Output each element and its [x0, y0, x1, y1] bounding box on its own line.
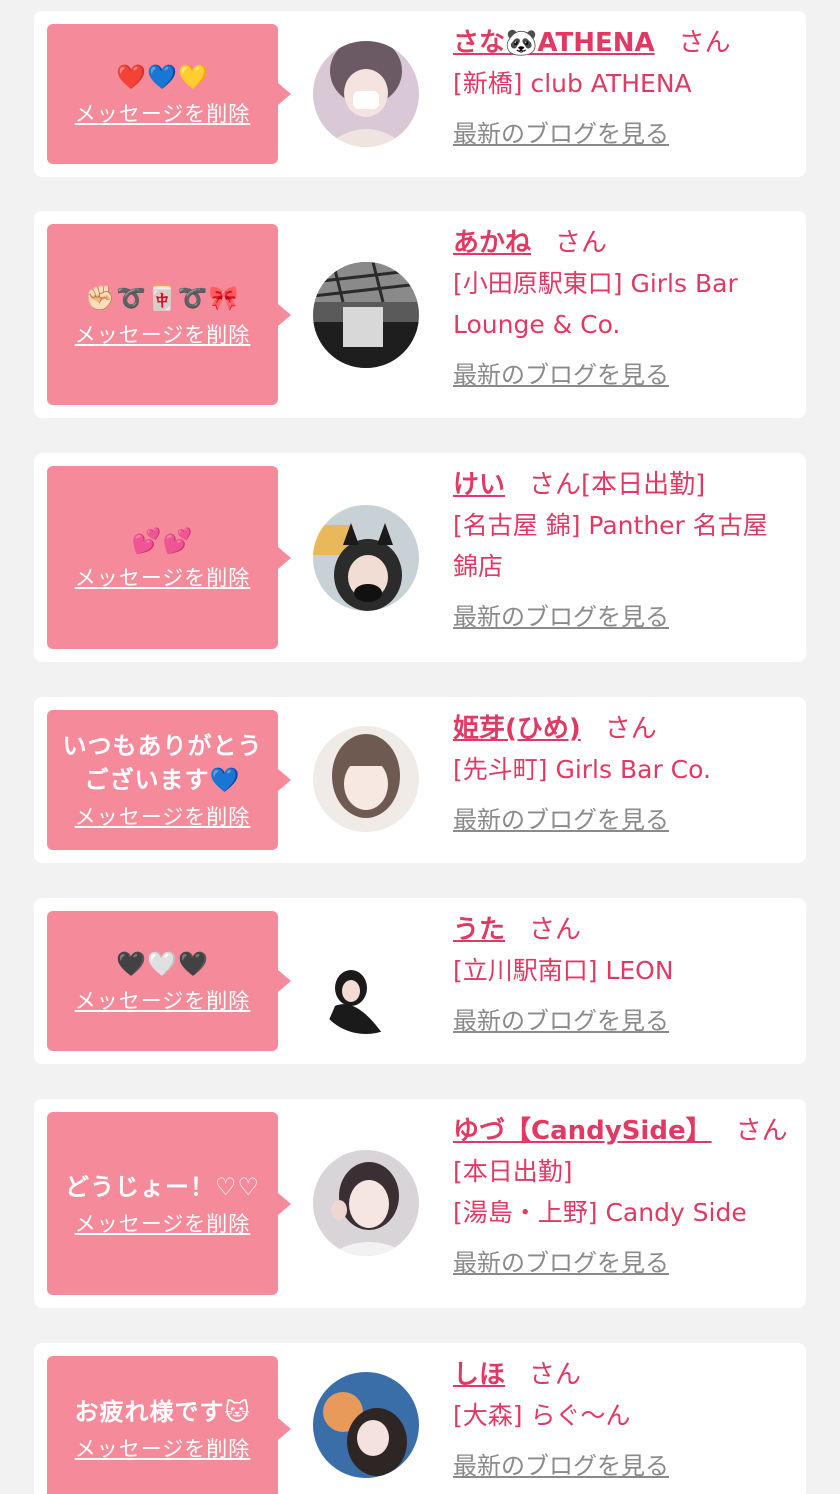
- list-item: ✊🏻➰🀄➰🎀 メッセージを削除 あかね さん [小田原駅東口] Girls Bar…: [34, 211, 806, 418]
- message-bubble: ❤️💙💛 メッセージを削除: [47, 24, 291, 164]
- latest-blog-link[interactable]: 最新のブログを見る: [453, 114, 669, 149]
- message-bubble: いつもありがとう ございます💙 メッセージを削除: [47, 710, 291, 850]
- shop-line: [小田原駅東口] Girls Bar: [453, 269, 738, 298]
- shop-line: 錦店: [453, 552, 504, 581]
- delete-message-link[interactable]: メッセージを削除: [75, 319, 251, 349]
- message-text: 🖤🤍🖤: [116, 950, 209, 978]
- shop-name: [大森] らぐ〜ん: [453, 1395, 790, 1436]
- item-info: さな🐼ATHENA さん [新橋] club ATHENA 最新のブログを見る: [453, 25, 790, 149]
- message-list: ❤️💙💛 メッセージを削除 さな🐼ATHENA さん [新橋] club ATHE…: [0, 0, 840, 1494]
- message-bubble: ✊🏻➰🀄➰🎀 メッセージを削除: [47, 224, 291, 405]
- cast-name-link[interactable]: しほ: [453, 1360, 505, 1390]
- latest-blog-link[interactable]: 最新のブログを見る: [453, 1243, 669, 1278]
- item-info: あかね さん [小田原駅東口] Girls Bar Lounge & Co. 最新…: [453, 225, 790, 390]
- delete-message-link[interactable]: メッセージを削除: [75, 1433, 251, 1463]
- name-line: けい さん[本日出勤]: [453, 467, 790, 503]
- honorific: さん: [529, 915, 582, 945]
- latest-blog-link[interactable]: 最新のブログを見る: [453, 597, 669, 632]
- shop-name: [本日出勤] [湯島・上野] Candy Side: [453, 1151, 790, 1233]
- message-bubble: 💕💕 メッセージを削除: [47, 466, 291, 649]
- avatar[interactable]: [313, 262, 419, 368]
- shop-line: [先斗町] Girls Bar Co.: [453, 755, 711, 784]
- avatar[interactable]: [313, 928, 419, 1034]
- message-text: いつもありがとう ございます💙: [62, 732, 263, 794]
- shop-line: Lounge & Co.: [453, 310, 621, 339]
- honorific: さん: [529, 470, 582, 500]
- delete-message-link[interactable]: メッセージを削除: [75, 985, 251, 1015]
- message-bubble: どうじょー！♡♡ メッセージを削除: [47, 1112, 291, 1295]
- honorific: さん: [678, 28, 731, 58]
- cast-name-link[interactable]: うた: [453, 915, 505, 945]
- list-item: いつもありがとう ございます💙 メッセージを削除 姫芽(ひめ) さん [先斗町] …: [34, 697, 806, 863]
- shop-line: [本日出勤]: [453, 1157, 573, 1186]
- delete-message-link[interactable]: メッセージを削除: [75, 801, 251, 831]
- item-info: しほ さん [大森] らぐ〜ん 最新のブログを見る: [453, 1357, 790, 1481]
- avatar[interactable]: [313, 41, 419, 147]
- avatar[interactable]: [313, 1150, 419, 1256]
- cast-name-link[interactable]: あかね: [453, 228, 531, 258]
- list-item: 💕💕 メッセージを削除 けい さん[本日出勤] [名古屋 錦] Panther 名…: [34, 453, 806, 662]
- delete-message-link[interactable]: メッセージを削除: [75, 1208, 251, 1238]
- shop-line: [湯島・上野] Candy Side: [453, 1198, 747, 1227]
- avatar[interactable]: [313, 1372, 419, 1478]
- item-info: ゆづ【CandySide】 さん [本日出勤] [湯島・上野] Candy Sid…: [453, 1113, 790, 1278]
- honorific: さん: [529, 1360, 582, 1390]
- honorific: さん: [735, 1116, 788, 1146]
- latest-blog-link[interactable]: 最新のブログを見る: [453, 355, 669, 390]
- message-text: 💕💕: [131, 526, 194, 555]
- message-bubble: 🖤🤍🖤 メッセージを削除: [47, 911, 291, 1051]
- name-line: うた さん: [453, 912, 790, 948]
- message-bubble: お疲れ様です🐱 メッセージを削除: [47, 1356, 291, 1494]
- message-text: どうじょー！♡♡: [64, 1172, 261, 1201]
- list-item: 🖤🤍🖤 メッセージを削除 うた さん [立川駅南口] LEON 最新のブログを見る: [34, 898, 806, 1064]
- message-text: お疲れ様です🐱: [74, 1397, 251, 1426]
- delete-message-link[interactable]: メッセージを削除: [75, 562, 251, 592]
- shop-line: [名古屋 錦] Panther 名古屋: [453, 511, 768, 540]
- shop-name: [小田原駅東口] Girls Bar Lounge & Co.: [453, 263, 790, 345]
- list-item: お疲れ様です🐱 メッセージを削除 しほ さん [大森] らぐ〜ん 最新のブログを見…: [34, 1343, 806, 1494]
- name-line: 姫芽(ひめ) さん: [453, 711, 790, 747]
- delete-message-link[interactable]: メッセージを削除: [75, 98, 251, 128]
- name-line: さな🐼ATHENA さん: [453, 25, 790, 61]
- cast-name-link[interactable]: 姫芽(ひめ): [453, 714, 581, 744]
- shop-line: [大森] らぐ〜ん: [453, 1401, 631, 1430]
- name-line: ゆづ【CandySide】 さん: [453, 1113, 790, 1149]
- shop-line: [立川駅南口] LEON: [453, 956, 674, 985]
- item-info: けい さん[本日出勤] [名古屋 錦] Panther 名古屋 錦店 最新のブログ…: [453, 467, 790, 632]
- cast-name-link[interactable]: さな🐼ATHENA: [453, 28, 655, 58]
- list-item: どうじょー！♡♡ メッセージを削除 ゆづ【CandySide】 さん [本日出勤]…: [34, 1099, 806, 1308]
- honorific: さん: [555, 228, 608, 258]
- shop-name: [先斗町] Girls Bar Co.: [453, 749, 790, 790]
- avatar[interactable]: [313, 505, 419, 611]
- name-line: あかね さん: [453, 225, 790, 261]
- cast-name-link[interactable]: ゆづ【CandySide】: [453, 1116, 712, 1146]
- message-text: ❤️💙💛: [116, 63, 209, 91]
- item-info: 姫芽(ひめ) さん [先斗町] Girls Bar Co. 最新のブログを見る: [453, 711, 790, 835]
- avatar[interactable]: [313, 726, 419, 832]
- cast-name-link[interactable]: けい: [453, 470, 505, 500]
- latest-blog-link[interactable]: 最新のブログを見る: [453, 1446, 669, 1481]
- list-item: ❤️💙💛 メッセージを削除 さな🐼ATHENA さん [新橋] club ATHE…: [34, 11, 806, 177]
- shop-name: [名古屋 錦] Panther 名古屋 錦店: [453, 505, 790, 587]
- name-line: しほ さん: [453, 1357, 790, 1393]
- latest-blog-link[interactable]: 最新のブログを見る: [453, 1001, 669, 1036]
- item-info: うた さん [立川駅南口] LEON 最新のブログを見る: [453, 912, 790, 1036]
- shop-name: [立川駅南口] LEON: [453, 950, 790, 991]
- latest-blog-link[interactable]: 最新のブログを見る: [453, 800, 669, 835]
- honorific: さん: [604, 714, 657, 744]
- attendance-status: [本日出勤]: [581, 470, 706, 500]
- message-text: ✊🏻➰🀄➰🎀: [85, 283, 240, 312]
- shop-line: [新橋] club ATHENA: [453, 69, 692, 98]
- shop-name: [新橋] club ATHENA: [453, 63, 790, 104]
